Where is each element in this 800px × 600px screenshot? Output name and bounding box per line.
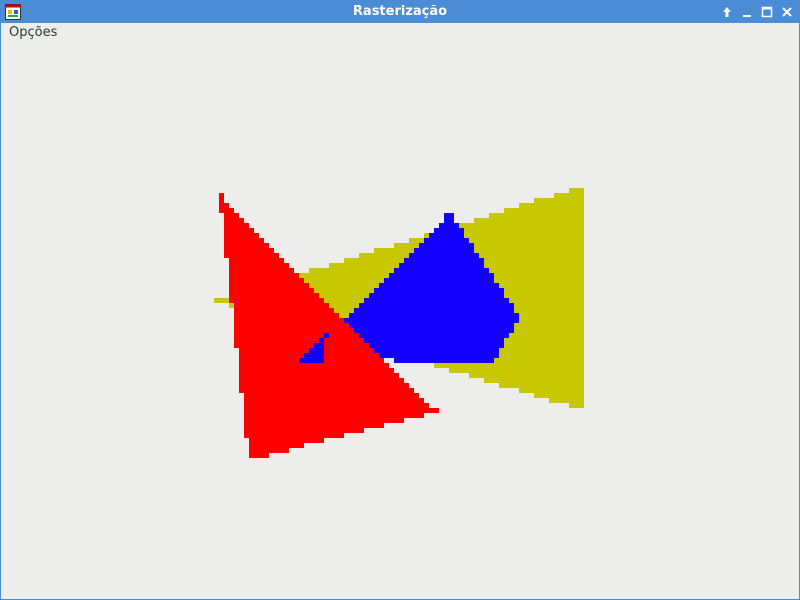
app-window: Rasterização Opções (0, 0, 800, 600)
raster-canvas[interactable] (1, 43, 799, 599)
keep-above-icon[interactable] (719, 4, 735, 20)
title-bar[interactable]: Rasterização (1, 1, 799, 23)
window-title: Rasterização (352, 4, 448, 19)
window-controls (719, 4, 795, 20)
maximize-icon[interactable] (759, 4, 775, 20)
raster-drawing (214, 188, 584, 458)
minimize-icon[interactable] (739, 4, 755, 20)
menu-bar: Opções (1, 23, 799, 43)
close-icon[interactable] (779, 4, 795, 20)
menu-opcoes[interactable]: Opções (9, 25, 57, 41)
